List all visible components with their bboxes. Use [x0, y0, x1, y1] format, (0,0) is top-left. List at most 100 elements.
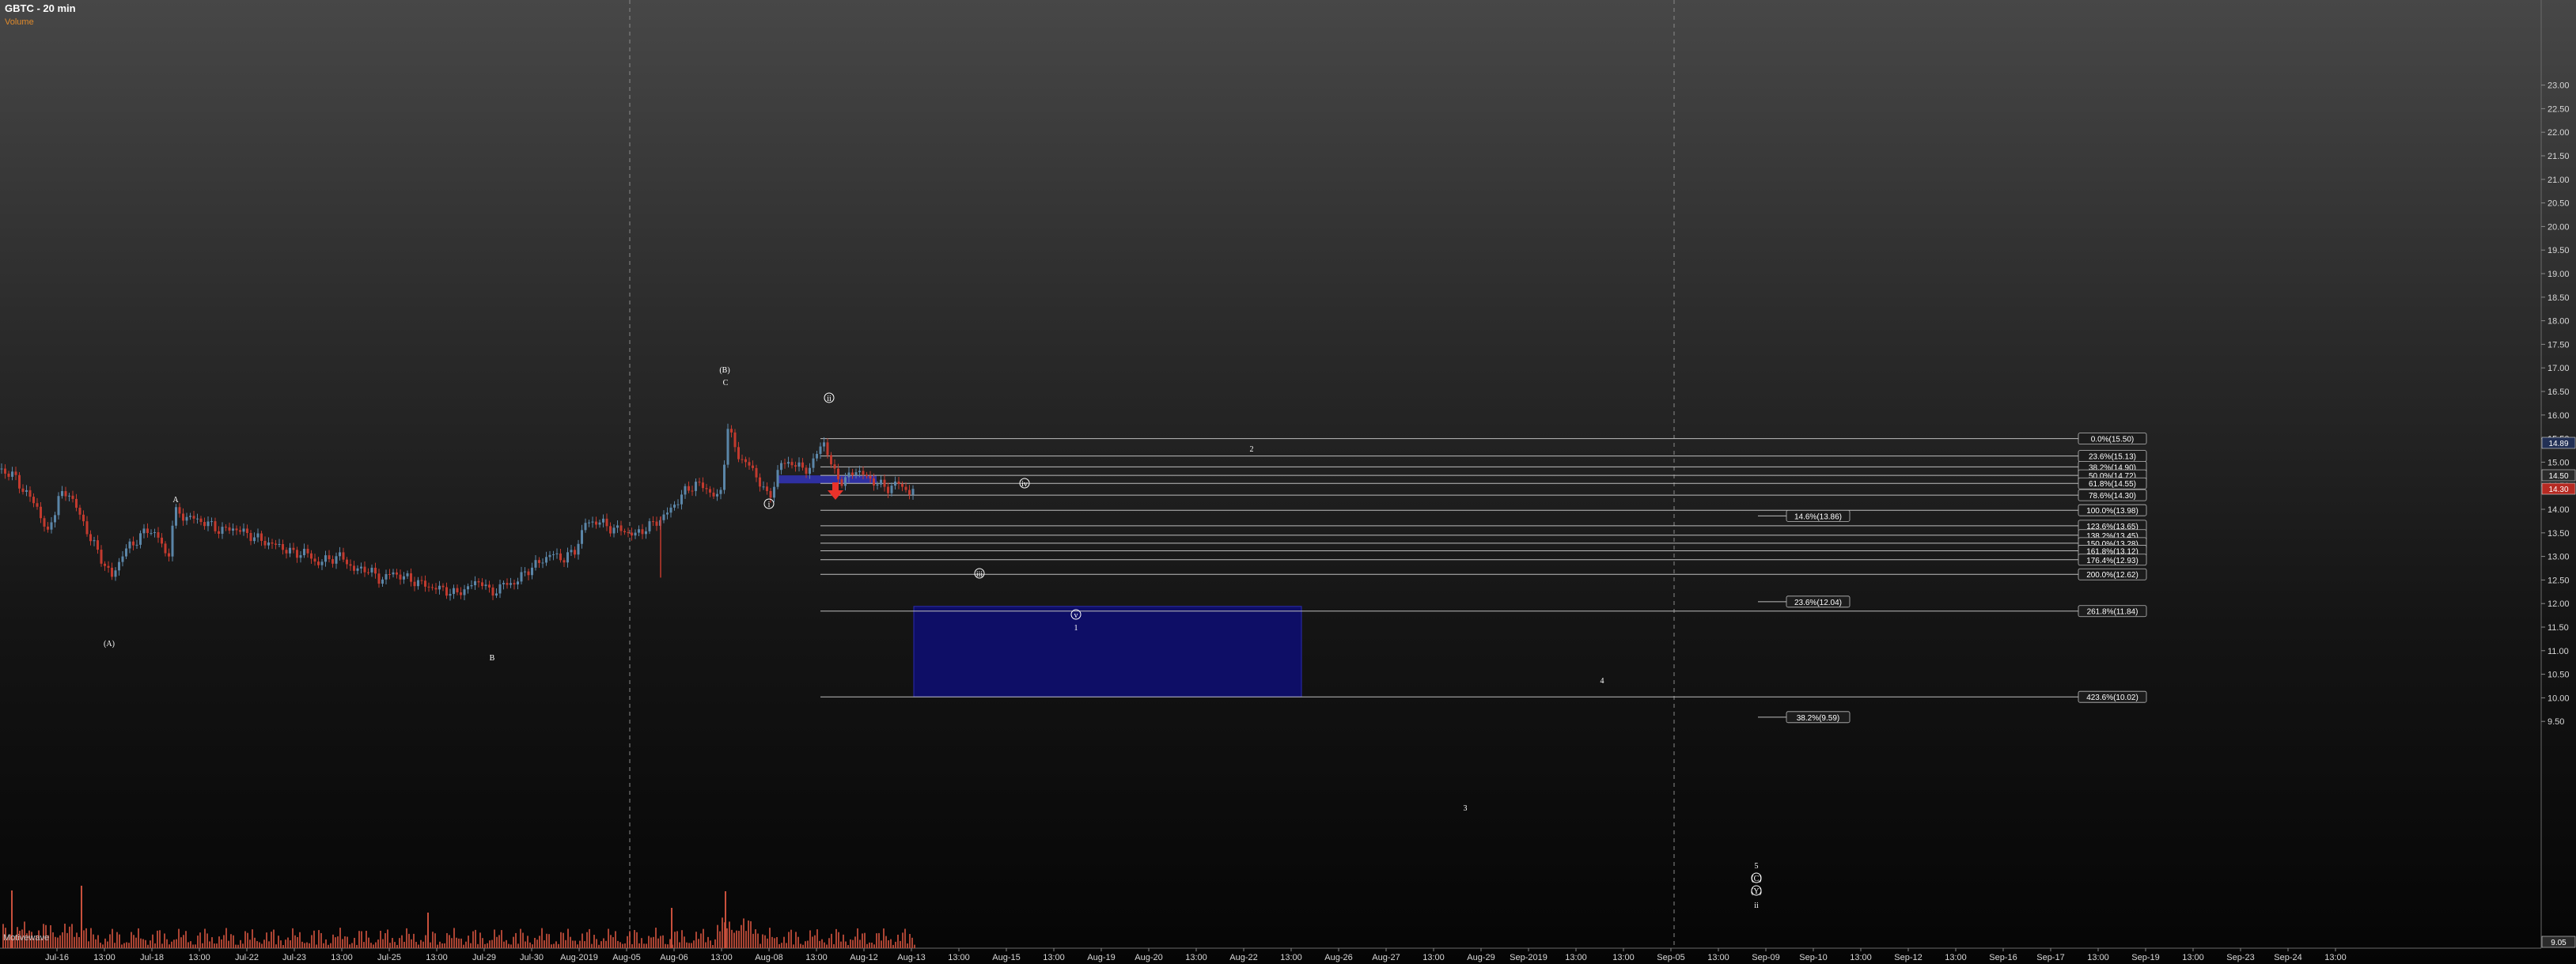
volume-bar — [603, 938, 604, 948]
candle-body — [445, 587, 448, 596]
candle-body — [876, 484, 879, 486]
volume-bar — [757, 933, 759, 948]
candle-body — [605, 518, 608, 527]
candle-body — [887, 486, 889, 493]
volume-bar — [396, 944, 398, 948]
volume-bar — [484, 943, 486, 948]
candle-body — [32, 497, 35, 504]
x-tick-label: Aug-05 — [612, 953, 640, 962]
volume-bar — [767, 938, 768, 948]
volume-bar — [337, 936, 339, 948]
volume-bar — [904, 928, 906, 948]
y-tick-label: 13.00 — [2548, 553, 2570, 562]
candle-body — [840, 479, 843, 486]
volume-bar — [375, 942, 377, 948]
volume-bar — [406, 928, 407, 948]
candle-body — [36, 503, 39, 507]
candle-body — [908, 490, 911, 495]
candle-body — [289, 547, 291, 554]
fib-level-label: 176.4%(12.93) — [2086, 557, 2138, 565]
candle-body — [826, 442, 829, 456]
volume-bar — [809, 930, 811, 948]
volume-bar — [859, 939, 861, 948]
volume-bar — [812, 936, 813, 948]
volume-bar — [142, 939, 144, 948]
candle-body — [866, 474, 868, 476]
candle-body — [263, 540, 267, 546]
volume-bar — [527, 936, 528, 948]
candle-body — [456, 588, 459, 593]
volume-bar — [710, 940, 711, 948]
candle-body — [54, 515, 56, 523]
volume-bar — [517, 943, 519, 948]
volume-bar — [617, 940, 619, 948]
candle-body — [506, 583, 509, 585]
volume-bar — [247, 932, 248, 948]
candle-body — [737, 447, 740, 459]
volume-bar — [738, 931, 740, 948]
candle-body — [317, 561, 320, 565]
candle-body — [559, 553, 562, 561]
volume-bar — [50, 924, 51, 948]
volume-bar — [698, 939, 699, 948]
volume-bar — [752, 933, 754, 948]
volume-bar — [714, 939, 716, 948]
y-tick-label: 20.00 — [2548, 222, 2570, 232]
volume-bar — [797, 936, 799, 948]
x-tick-label: Aug-26 — [1324, 953, 1352, 962]
volume-bar — [85, 928, 87, 948]
y-tick-label: 21.00 — [2548, 176, 2570, 185]
volume-bar — [764, 935, 766, 948]
candle-body — [214, 521, 217, 531]
volume-bar — [866, 943, 868, 948]
candle-body — [623, 531, 626, 533]
candle-body — [360, 566, 362, 569]
volume-bar — [660, 936, 661, 948]
volume-bar — [615, 931, 616, 948]
candle-body — [417, 580, 419, 587]
candle-body — [570, 550, 573, 553]
candle-body — [196, 518, 199, 520]
volume-bar — [254, 937, 256, 948]
volume-bar — [418, 944, 419, 948]
volume-bar — [57, 937, 59, 948]
volume-bar — [612, 937, 614, 948]
volume-bar — [415, 941, 417, 948]
volume-bar — [441, 943, 443, 948]
candle-body — [584, 523, 587, 531]
x-tick-label: Aug-22 — [1229, 953, 1257, 962]
candle-body — [431, 587, 434, 588]
volume-bar — [192, 944, 194, 948]
candle-body — [111, 567, 113, 577]
x-tick-label: 13:00 — [93, 953, 116, 962]
chart-canvas[interactable]: 9.50 10.00 10.50 11.00 11.50 12.00 12.50 13.00 1… — [0, 0, 2576, 964]
x-tick-label: 13:00 — [948, 953, 970, 962]
volume-bar — [622, 943, 623, 948]
volume-bar — [399, 938, 400, 948]
candle-body — [816, 453, 818, 459]
volume-bar — [522, 932, 524, 948]
volume-bar — [693, 940, 695, 948]
y-tick-label: 16.00 — [2548, 411, 2570, 421]
volume-bar — [188, 942, 189, 948]
volume-bar — [833, 943, 835, 948]
volume-bar — [304, 943, 305, 948]
candle-body — [61, 491, 63, 497]
candle-body — [627, 532, 630, 534]
candle-body — [823, 442, 825, 447]
price-chart[interactable]: 9.50 10.00 10.50 11.00 11.50 12.00 12.50 13.00 1… — [0, 0, 2576, 964]
x-tick-label: Aug-19 — [1087, 953, 1115, 962]
wave-label: ii — [827, 395, 832, 403]
x-tick-label: 13:00 — [331, 953, 353, 962]
candle-body — [491, 587, 494, 596]
x-tick-label: 13:00 — [1565, 953, 1587, 962]
volume-bar — [786, 943, 787, 948]
x-tick-label: 13:00 — [805, 953, 828, 962]
volume-bar — [185, 931, 187, 948]
volume-bar — [707, 936, 709, 948]
candle-body — [752, 465, 754, 468]
y-tick-label: 16.50 — [2548, 387, 2570, 397]
y-tick-label: 19.00 — [2548, 270, 2570, 279]
volume-bar — [821, 939, 823, 948]
candle-body — [744, 459, 747, 463]
